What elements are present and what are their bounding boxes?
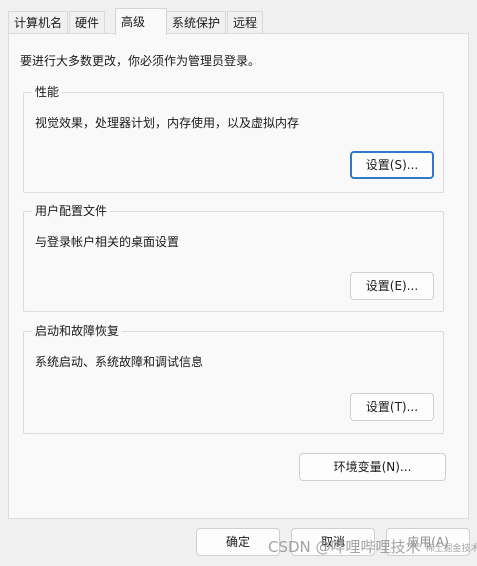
startup-recovery-group-title: 启动和故障恢复 bbox=[32, 323, 123, 339]
startup-recovery-description: 系统启动、系统故障和调试信息 bbox=[35, 355, 204, 369]
watermark-main: CSDN @哔哩哔哩技术 bbox=[268, 538, 421, 556]
performance-settings-button[interactable]: 设置(S)... bbox=[350, 151, 434, 179]
tab-strip: 计算机名 硬件 高级 系统保护 远程 bbox=[8, 8, 473, 35]
tab-hardware[interactable]: 硬件 bbox=[69, 11, 106, 33]
performance-group: 性能 视觉效果，处理器计划，内存使用，以及虚拟内存 设置(S)... bbox=[23, 84, 444, 193]
tab-computer-name[interactable]: 计算机名 bbox=[8, 11, 69, 33]
watermark: CSDN @哔哩哔哩技术 稀土掘金技术社区 bbox=[268, 536, 477, 557]
performance-group-title: 性能 bbox=[32, 84, 63, 100]
user-profiles-group-title: 用户配置文件 bbox=[32, 203, 111, 219]
startup-recovery-group: 启动和故障恢复 系统启动、系统故障和调试信息 设置(T)... bbox=[23, 323, 444, 434]
tab-system-protection[interactable]: 系统保护 bbox=[166, 11, 227, 33]
environment-variables-button[interactable]: 环境变量(N)... bbox=[299, 453, 446, 481]
user-profiles-group: 用户配置文件 与登录帐户相关的桌面设置 设置(E)... bbox=[23, 203, 444, 312]
admin-notice: 要进行大多数更改，你必须作为管理员登录。 bbox=[20, 54, 261, 68]
tab-advanced[interactable]: 高级 bbox=[115, 8, 167, 35]
user-profiles-description: 与登录帐户相关的桌面设置 bbox=[35, 235, 180, 249]
user-profiles-settings-button[interactable]: 设置(E)... bbox=[350, 272, 434, 300]
performance-description: 视觉效果，处理器计划，内存使用，以及虚拟内存 bbox=[35, 116, 300, 130]
tab-remote[interactable]: 远程 bbox=[227, 11, 264, 33]
watermark-sub: 稀土掘金技术社区 bbox=[425, 544, 477, 554]
startup-recovery-settings-button[interactable]: 设置(T)... bbox=[350, 393, 434, 421]
